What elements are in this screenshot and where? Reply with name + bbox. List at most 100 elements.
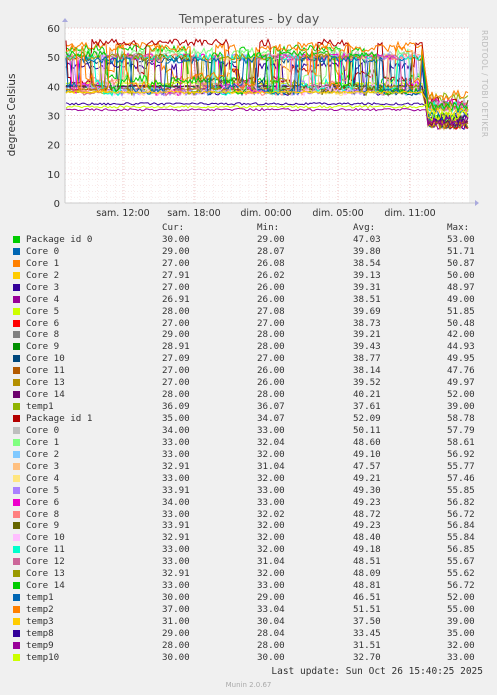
legend-avg: 39.43 [353, 341, 381, 353]
legend-series-name: temp10 [26, 651, 60, 663]
legend-min: 31.04 [257, 460, 285, 472]
legend-max: 52.00 [447, 592, 475, 604]
legend-max: 56.72 [447, 580, 475, 592]
legend-cur: 30.00 [162, 651, 190, 663]
legend-row: Core 10 32.91 32.00 48.40 55.84 [10, 532, 490, 544]
legend-row: temp1 30.00 29.00 46.51 52.00 [10, 592, 490, 604]
legend-row: Core 14 33.00 33.00 48.81 56.72 [10, 580, 490, 592]
legend-swatch [13, 450, 20, 458]
legend-series-name: Core 9 [26, 341, 60, 353]
legend-max: 55.67 [447, 556, 475, 568]
legend-row: Core 2 27.91 26.02 39.13 50.00 [10, 270, 490, 282]
legend-min: 33.00 [257, 484, 285, 496]
legend-row: temp1 36.09 36.07 37.61 39.00 [10, 401, 490, 413]
legend-max: 49.00 [447, 293, 475, 305]
legend-series-name: Core 3 [26, 281, 60, 293]
legend-min: 26.08 [257, 257, 285, 269]
legend-avg: 40.21 [353, 389, 381, 401]
legend-row: Core 13 27.00 26.00 39.52 49.97 [10, 377, 490, 389]
legend-avg: 37.61 [353, 401, 381, 413]
y-tick-label: 50 [47, 53, 60, 64]
legend-avg: 49.10 [353, 448, 381, 460]
legend-min: 33.00 [257, 496, 285, 508]
legend-series-name: temp1 [26, 592, 54, 604]
legend-cur: 27.00 [162, 257, 190, 269]
col-cur: Cur: [162, 222, 185, 233]
legend-swatch [13, 486, 20, 494]
legend-cur: 28.00 [162, 305, 190, 317]
legend-swatch [13, 510, 20, 518]
legend-row: temp3 31.00 30.04 37.50 39.00 [10, 616, 490, 628]
legend-cur: 34.00 [162, 424, 190, 436]
legend-cur: 33.00 [162, 508, 190, 520]
legend-max: 33.00 [447, 651, 475, 663]
legend-cur: 33.00 [162, 436, 190, 448]
legend-swatch [13, 391, 20, 399]
x-tick-label: dim. 00:00 [240, 208, 291, 219]
x-tick-label: dim. 05:00 [312, 208, 363, 219]
legend-cur: 33.91 [162, 484, 190, 496]
legend-avg: 47.03 [353, 233, 381, 245]
legend-avg: 49.30 [353, 484, 381, 496]
legend-row: Core 2 33.00 32.00 49.10 56.92 [10, 449, 490, 461]
legend-cur: 33.00 [162, 580, 190, 592]
y-tick-label: 40 [47, 82, 60, 93]
legend-row: Core 11 27.00 26.00 38.14 47.76 [10, 365, 490, 377]
legend-max: 39.00 [447, 615, 475, 627]
legend-swatch [13, 534, 20, 542]
legend-max: 51.85 [447, 305, 475, 317]
legend-cur: 27.91 [162, 269, 190, 281]
legend-avg: 32.70 [353, 651, 381, 663]
legend-swatch [13, 522, 20, 530]
legend-min: 33.00 [257, 424, 285, 436]
legend-row: Core 3 32.91 31.04 47.57 55.77 [10, 461, 490, 473]
legend-avg: 52.09 [353, 413, 381, 424]
legend-series-name: Core 11 [26, 365, 65, 377]
legend-min: 29.00 [257, 592, 285, 604]
legend-avg: 38.54 [353, 257, 381, 269]
col-avg: Avg: [353, 222, 376, 233]
legend-series-name: Core 13 [26, 568, 65, 580]
legend-cur: 28.91 [162, 341, 190, 353]
legend-swatch [13, 594, 20, 602]
col-max: Max: [447, 222, 470, 233]
legend-swatch [13, 558, 20, 566]
legend-series-name: Core 1 [26, 436, 60, 448]
legend-max: 58.61 [447, 436, 475, 448]
legend-max: 56.84 [447, 520, 475, 532]
legend-max: 49.95 [447, 353, 475, 365]
legend-row: Core 9 28.91 28.00 39.43 44.93 [10, 341, 490, 353]
legend-avg: 39.31 [353, 281, 381, 293]
legend-min: 30.00 [257, 651, 285, 663]
legend-min: 28.00 [257, 329, 285, 341]
legend-avg: 38.77 [353, 353, 381, 365]
legend-swatch [13, 307, 20, 315]
y-tick-label: 30 [47, 112, 60, 123]
legend-swatch [13, 570, 20, 578]
legend-avg: 47.57 [353, 460, 381, 472]
legend-row: Core 8 29.00 28.00 39.21 42.00 [10, 329, 490, 341]
y-axis-label: degrees Celsius [6, 74, 18, 157]
legend-max: 53.00 [447, 233, 475, 245]
legend-max: 50.87 [447, 257, 475, 269]
legend-swatch [13, 653, 20, 661]
legend-series-name: Core 10 [26, 532, 65, 544]
legend-swatch [13, 403, 20, 411]
legend-avg: 38.51 [353, 293, 381, 305]
legend-row: Core 14 28.00 28.00 40.21 52.00 [10, 389, 490, 401]
legend-avg: 39.52 [353, 377, 381, 389]
legend-table: Cur: Min: Avg: Max: Package id 0 30.00 29.… [10, 222, 490, 664]
legend-row: Core 9 33.91 32.00 49.23 56.84 [10, 520, 490, 532]
legend-swatch [13, 462, 20, 470]
legend-cur: 33.00 [162, 544, 190, 556]
legend-avg: 51.51 [353, 604, 381, 615]
legend-swatch [13, 641, 20, 649]
legend-max: 55.84 [447, 532, 475, 544]
munin-version: Munin 2.0.67 [225, 681, 272, 689]
legend-avg: 31.51 [353, 639, 381, 651]
legend-max: 35.00 [447, 627, 475, 639]
legend-swatch [13, 295, 20, 303]
legend-max: 55.00 [447, 604, 475, 615]
legend-cur: 29.00 [162, 245, 190, 257]
legend-series-name: temp1 [26, 401, 54, 413]
